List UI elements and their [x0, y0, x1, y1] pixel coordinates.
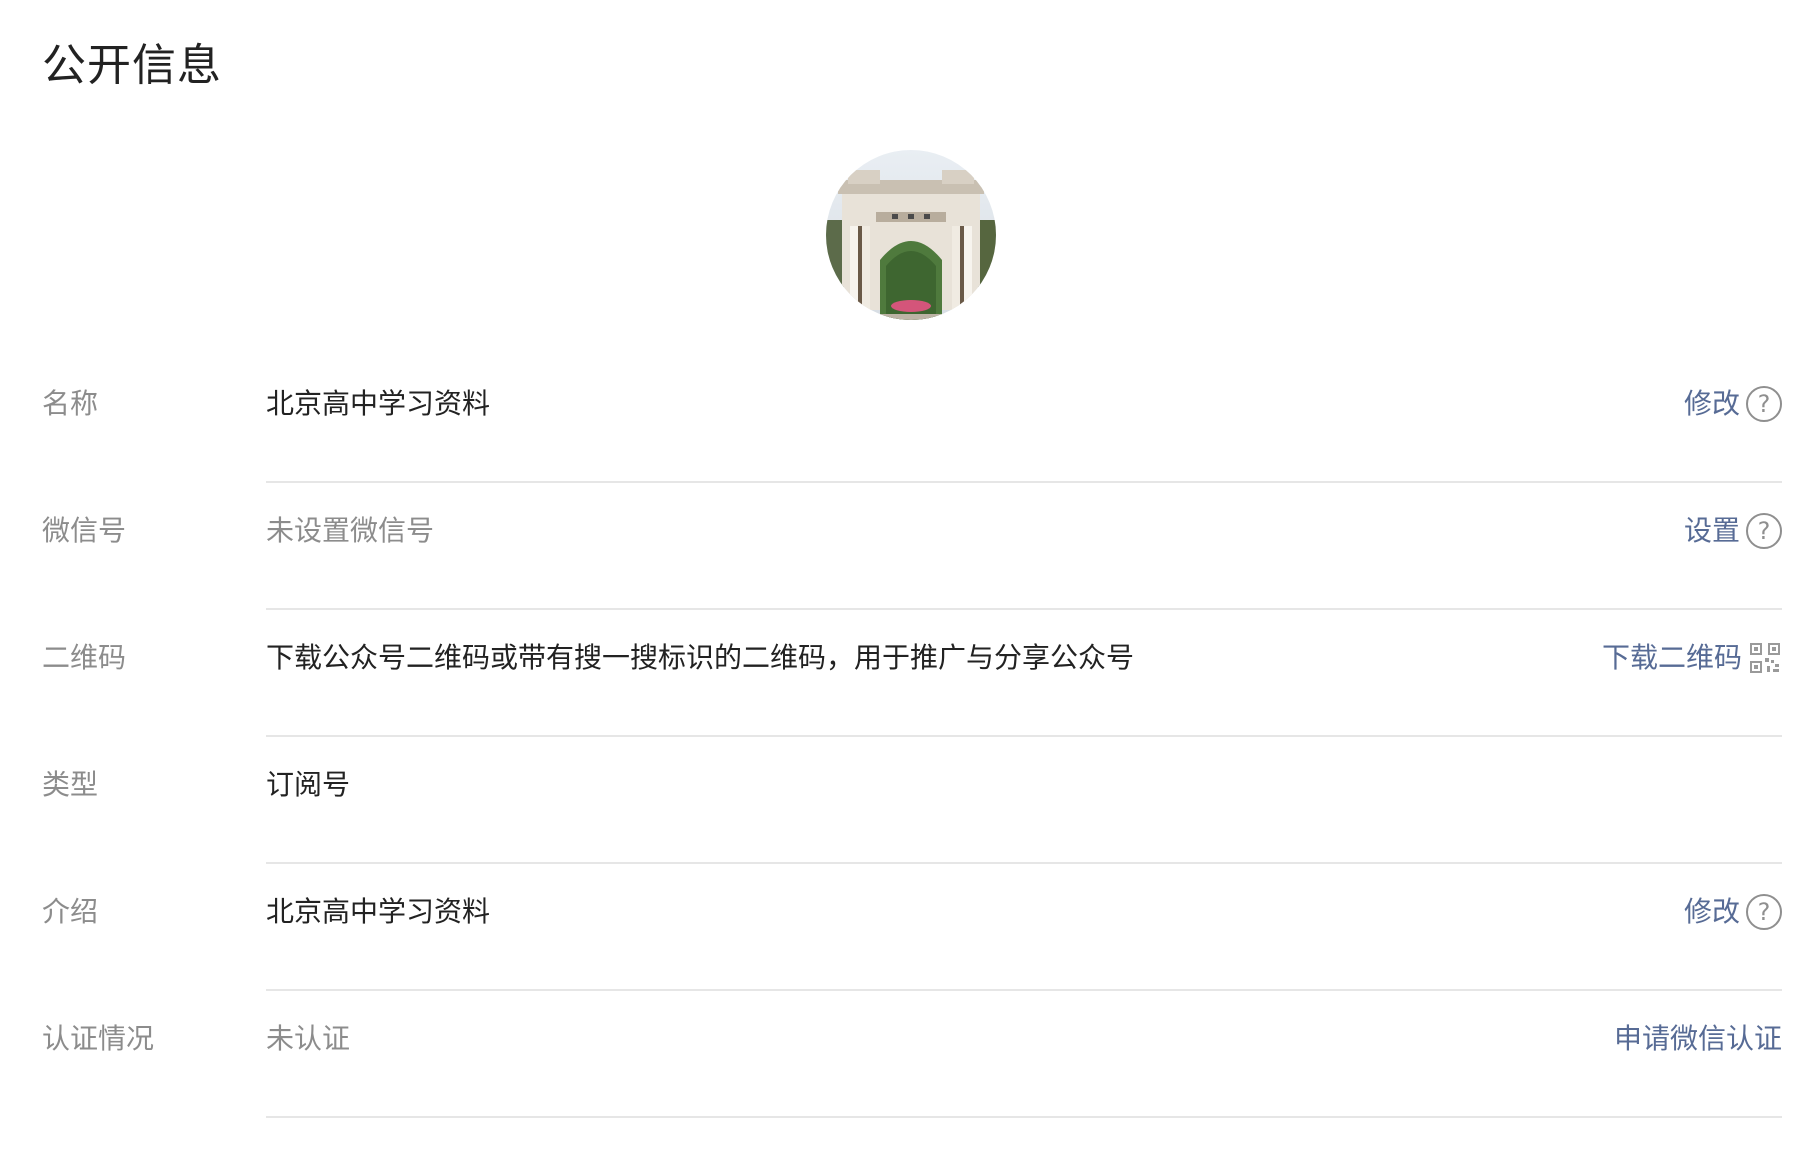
info-list: 名称 北京高中学习资料 修改 ? 微信号 未设置微信号 设置 ? 二维码 下载公… [42, 356, 1782, 1118]
row-name: 名称 北京高中学习资料 修改 ? [42, 356, 1782, 483]
introduction-value: 北京高中学习资料 [266, 895, 491, 928]
row-label-wechat-id: 微信号 [42, 514, 127, 547]
help-icon[interactable]: ? [1746, 386, 1782, 422]
row-label-qr-code: 二维码 [42, 641, 127, 674]
row-introduction: 介绍 北京高中学习资料 修改 ? [42, 864, 1782, 991]
row-verification: 认证情况 未认证 申请微信认证 [42, 991, 1782, 1118]
wechat-id-value: 未设置微信号 [266, 514, 435, 547]
row-qr-code: 二维码 下载公众号二维码或带有搜一搜标识的二维码，用于推广与分享公众号 下载二维… [42, 610, 1782, 737]
row-type: 类型 订阅号 [42, 737, 1782, 864]
apply-verification-action: 申请微信认证 [1614, 1015, 1782, 1063]
help-icon[interactable]: ? [1746, 513, 1782, 549]
page-title: 公开信息 [42, 40, 222, 91]
download-qr-link[interactable]: 下载二维码 [1602, 638, 1742, 678]
modify-introduction-link[interactable]: 修改 [1684, 892, 1740, 932]
verification-status-value: 未认证 [266, 1022, 351, 1055]
row-divider [266, 1116, 1782, 1118]
row-label-type: 类型 [42, 768, 99, 801]
row-label-name: 名称 [42, 387, 99, 420]
modify-name-action: 修改 ? [1684, 380, 1782, 428]
row-wechat-id: 微信号 未设置微信号 设置 ? [42, 483, 1782, 610]
row-label-verification: 认证情况 [42, 1022, 155, 1055]
apply-verification-link[interactable]: 申请微信认证 [1614, 1019, 1782, 1059]
row-label-introduction: 介绍 [42, 895, 99, 928]
set-wechat-id-action: 设置 ? [1684, 507, 1782, 555]
account-name-value: 北京高中学习资料 [266, 387, 491, 420]
qr-code-icon[interactable] [1748, 641, 1782, 675]
university-gate-image [826, 150, 996, 320]
public-info-page: 公开信息 名称 北京高中学习资料 修改 ? 微信号 未设置微信号 设置 ? 二维… [0, 0, 1818, 1152]
modify-introduction-action: 修改 ? [1684, 888, 1782, 936]
avatar[interactable] [826, 150, 996, 320]
help-icon[interactable]: ? [1746, 894, 1782, 930]
qr-code-description: 下载公众号二维码或带有搜一搜标识的二维码，用于推广与分享公众号 [266, 641, 1135, 674]
account-type-value: 订阅号 [266, 768, 351, 801]
set-wechat-id-link[interactable]: 设置 [1684, 511, 1740, 551]
modify-name-link[interactable]: 修改 [1684, 384, 1740, 424]
download-qr-action: 下载二维码 [1602, 634, 1782, 682]
